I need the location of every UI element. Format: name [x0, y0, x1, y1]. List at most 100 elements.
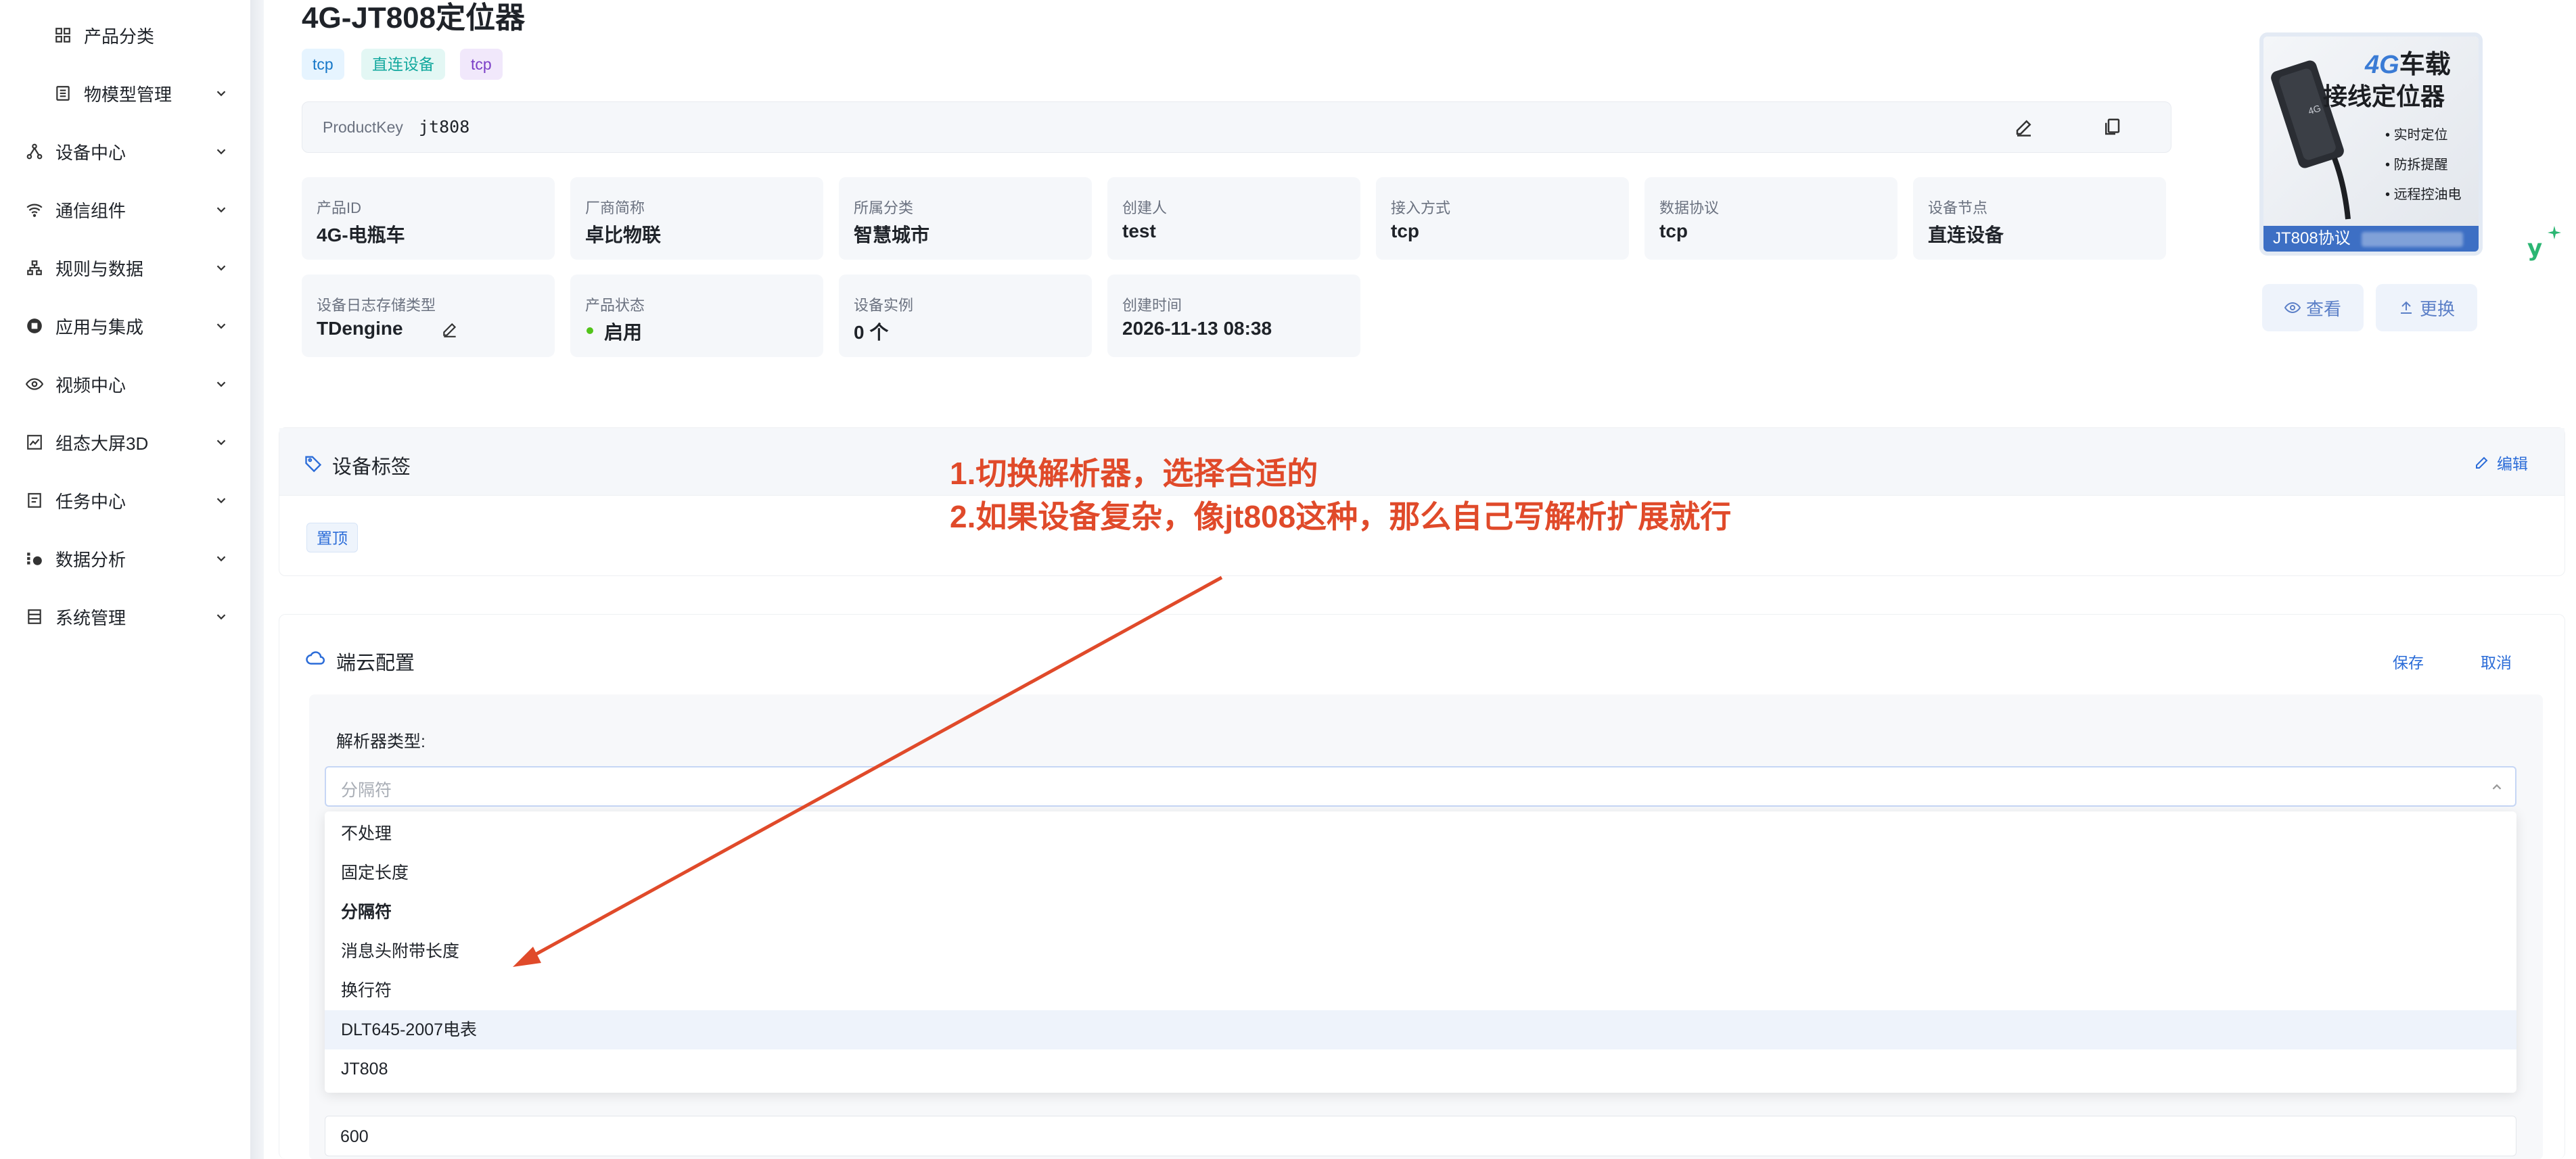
sidebar-item-rules-data[interactable]: 规则与数据 [0, 247, 250, 288]
eye-icon [26, 375, 43, 393]
sidebar-item-label: 应用与集成 [55, 316, 144, 337]
info-label: 产品状态 [585, 297, 645, 314]
system-icon [26, 608, 43, 625]
save-button[interactable]: 保存 [2393, 650, 2424, 673]
chevron-down-icon [216, 265, 226, 271]
sidebar-item-label: 设备中心 [55, 142, 127, 163]
info-card-created-time: 创建时间 2026-11-13 08:38 [1107, 275, 1360, 357]
info-value: 直连设备 [1928, 224, 2004, 245]
chevron-down-icon [216, 323, 226, 329]
info-label: 设备节点 [1928, 199, 1988, 216]
sidebar-item-label: 通信组件 [55, 200, 127, 221]
parser-option-hovered[interactable]: DLT645-2007电表 [325, 1010, 2516, 1049]
info-card-device-node: 设备节点 直连设备 [1913, 177, 2166, 260]
parser-type-label: 解析器类型: [336, 732, 426, 751]
sidebar-item-thing-model[interactable]: 物模型管理 [0, 73, 250, 114]
sidebar-item-product-category[interactable]: 产品分类 [0, 15, 250, 55]
info-label: 创建人 [1122, 199, 1168, 216]
sidebar-item-label: 产品分类 [84, 26, 155, 47]
sidebar-item-task-center[interactable]: 任务中心 [0, 480, 250, 521]
replace-image-button[interactable]: 更换 [2376, 284, 2477, 331]
sparkle-logo-icon: y [2527, 226, 2561, 262]
cloud-config-title: 端云配置 [336, 653, 415, 674]
sidebar-item-video-center[interactable]: 视频中心 [0, 364, 250, 404]
info-value: 2026-11-13 08:38 [1122, 318, 1272, 339]
pinned-tag[interactable]: 置顶 [306, 523, 358, 552]
parser-type-select[interactable]: 分隔符 [325, 766, 2516, 807]
parser-option[interactable]: 消息头附带长度 [325, 932, 2516, 971]
sidebar-item-label: 规则与数据 [55, 258, 144, 279]
timeout-input-value: 600 [340, 1127, 369, 1146]
chevron-up-icon [2492, 784, 2502, 790]
product-key-bar: ProductKey jt808 [302, 101, 2171, 153]
info-label: 设备日志存储类型 [317, 297, 436, 314]
parser-option[interactable]: 固定长度 [325, 853, 2516, 893]
product-image-footer: JT808协议 [2263, 226, 2479, 252]
edit-icon[interactable] [441, 321, 459, 338]
info-value: 智慧城市 [854, 224, 930, 245]
view-image-label: 查看 [2305, 298, 2341, 319]
info-card-product-status: 产品状态 启用 [570, 275, 823, 357]
rule-tree-icon [26, 259, 43, 277]
page-title: 4G-JT808定位器 [302, 1, 526, 34]
info-card-device-instances: 设备实例 0 个 [839, 275, 1092, 357]
list-icon [54, 85, 72, 102]
grid-icon [54, 26, 72, 44]
info-label: 产品ID [317, 199, 362, 216]
info-value: 4G-电瓶车 [317, 224, 405, 245]
product-image-vehicle: 车载 [2399, 51, 2451, 79]
timeout-input[interactable]: 600 [325, 1116, 2516, 1156]
task-icon [26, 492, 43, 509]
transport-tag: tcp [460, 49, 503, 80]
sidebar-item-device-center[interactable]: 设备中心 [0, 131, 250, 172]
info-value: 启用 [604, 322, 643, 343]
info-card-vendor: 厂商简称 卓比物联 [570, 177, 823, 260]
sidebar-item-label: 视频中心 [55, 375, 127, 396]
info-value: tcp [1391, 220, 1419, 241]
analysis-icon [26, 550, 43, 567]
info-value: TDengine [317, 318, 403, 339]
sidebar-item-label: 数据分析 [55, 549, 127, 570]
chevron-down-icon [216, 91, 226, 97]
sidebar-item-label: 任务中心 [55, 491, 127, 512]
chart-icon [26, 433, 43, 451]
product-image-features: • 实时定位 • 防拆提醒 • 远程控油电 [2385, 128, 2462, 202]
info-label: 设备实例 [854, 297, 914, 314]
info-value: 卓比物联 [585, 224, 662, 245]
cloud-icon [306, 651, 325, 665]
product-image-headline: 4G车载 [2365, 43, 2451, 80]
cancel-button[interactable]: 取消 [2481, 650, 2512, 673]
info-label: 接入方式 [1391, 199, 1451, 216]
chevron-down-icon [216, 614, 226, 620]
app-integration-icon [26, 317, 43, 335]
info-card-log-storage: 设备日志存储类型 TDengine [302, 275, 555, 357]
copy-icon[interactable] [2102, 117, 2122, 137]
chevron-down-icon [216, 498, 226, 504]
device-tags-header: 设备标签 编辑 [279, 428, 2564, 496]
sidebar-item-communication[interactable]: 通信组件 [0, 189, 250, 230]
parser-type-dropdown: 不处理 固定长度 分隔符 消息头附带长度 换行符 DLT645-2007电表 J… [325, 811, 2516, 1093]
annotation-line-1: 1.切换解析器，选择合适的 [950, 456, 1318, 491]
product-image: 4G 4G车载 接线定位器 • 实时定位 • 防拆提醒 • 远程控油电 JT80… [2259, 32, 2483, 256]
chevron-down-icon [216, 556, 226, 562]
parser-option-selected[interactable]: 分隔符 [325, 893, 2516, 932]
feature-item: 远程控油电 [2393, 187, 2462, 202]
wifi-icon [26, 201, 43, 218]
edit-icon[interactable] [2014, 117, 2034, 137]
parser-option[interactable]: 换行符 [325, 971, 2516, 1010]
edit-icon [2476, 456, 2488, 469]
sidebar-item-data-analysis[interactable]: 数据分析 [0, 538, 250, 579]
status-dot [586, 327, 593, 334]
info-card-product-id: 产品ID 4G-电瓶车 [302, 177, 555, 260]
view-image-button[interactable]: 查看 [2262, 284, 2364, 331]
parser-option[interactable]: 不处理 [325, 814, 2516, 853]
sidebar-item-apps-integration[interactable]: 应用与集成 [0, 306, 250, 346]
feature-item: 实时定位 [2393, 128, 2448, 143]
sidebar-item-dashboard-3d[interactable]: 组态大屏3D [0, 422, 250, 463]
upload-icon [2400, 301, 2412, 314]
edit-tags-button[interactable]: 编辑 [2474, 451, 2528, 474]
parser-option[interactable]: JT808 [325, 1049, 2516, 1089]
parser-type-placeholder: 分隔符 [341, 781, 392, 800]
sidebar-item-system-management[interactable]: 系统管理 [0, 596, 250, 637]
blurred-text [2362, 231, 2464, 247]
